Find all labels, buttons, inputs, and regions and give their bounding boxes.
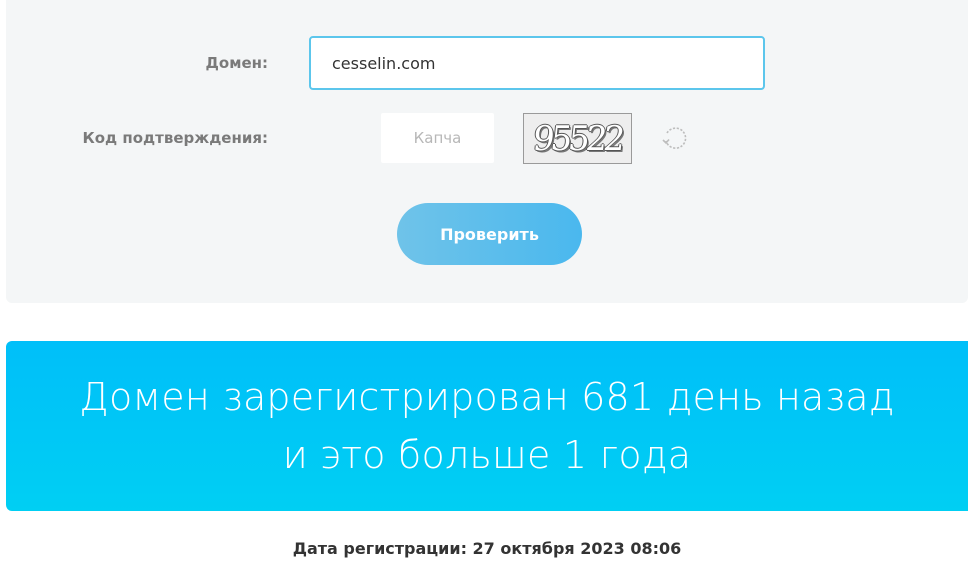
check-button[interactable]: Проверить <box>397 203 582 265</box>
domain-input[interactable] <box>309 36 765 90</box>
result-line-1: Домен зарегистрирован 681 день назад <box>79 375 895 419</box>
result-line-2: и это больше 1 года <box>282 433 692 477</box>
captcha-image: 95522 <box>523 113 632 164</box>
domain-label: Домен: <box>205 54 268 72</box>
captcha-input[interactable] <box>381 113 494 163</box>
registration-date: Дата регистрации: 27 октября 2023 08:06 <box>292 539 682 558</box>
confirmation-code-label: Код подтверждения: <box>82 129 268 147</box>
captcha-image-text: 95522 <box>531 118 624 159</box>
result-banner: Домен зарегистрирован 681 день назад и э… <box>6 341 968 511</box>
refresh-icon[interactable] <box>661 124 689 152</box>
domain-check-form: Домен: Код подтверждения: 95522 Проверит… <box>6 0 968 303</box>
